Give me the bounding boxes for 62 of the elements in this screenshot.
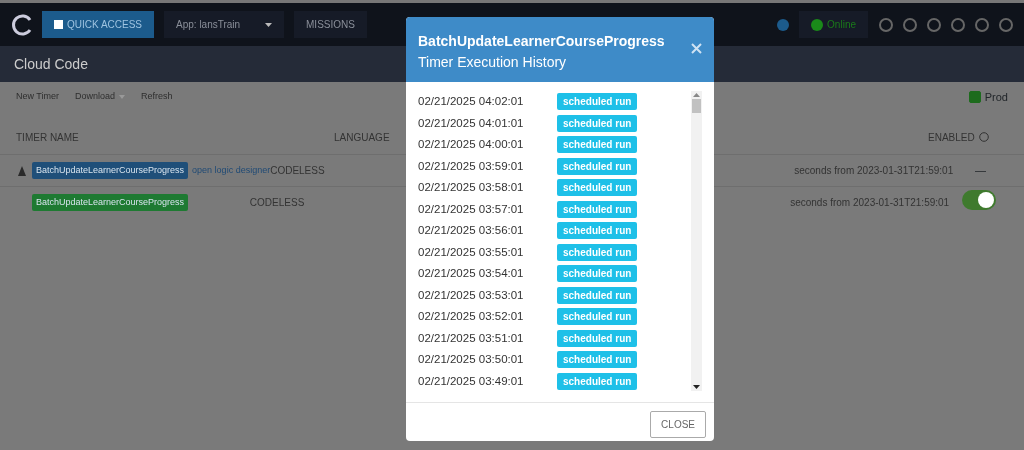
scheduled-run-tag: scheduled run xyxy=(557,372,638,390)
column-header: TIMER NAME xyxy=(16,131,79,143)
app-selector[interactable]: App: lansTrain xyxy=(164,11,285,38)
execution-time: 02/21/2025 04:01:01 xyxy=(418,115,525,131)
scheduled-run-tag: scheduled run xyxy=(557,157,638,175)
column-header: ENABLED xyxy=(928,130,975,145)
table-cell-text: seconds from 2023-01-31T21:59:01 xyxy=(790,196,950,210)
scheduled-run-tag: scheduled run xyxy=(557,265,638,283)
page-title: Cloud Code xyxy=(14,54,88,74)
table-cell: CODELESS xyxy=(270,165,325,177)
execution-time: 02/21/2025 03:54:01 xyxy=(418,266,525,282)
execution-time: 02/21/2025 04:02:01 xyxy=(418,94,525,110)
scheduled-run-tag: scheduled run xyxy=(557,329,638,347)
scheduled-run-tag: scheduled run xyxy=(557,200,638,218)
scheduled-run-tag: scheduled run xyxy=(557,136,638,154)
scrollbar[interactable] xyxy=(691,91,702,391)
status-indicator: Online xyxy=(799,11,868,38)
scroll-down-icon[interactable] xyxy=(691,383,702,391)
close-button[interactable]: CLOSE xyxy=(650,411,706,438)
execution-time: 02/21/2025 03:55:01 xyxy=(418,244,525,260)
scheduled-run-tag: scheduled run xyxy=(557,179,638,197)
download-dropdown[interactable]: Download xyxy=(75,90,126,104)
execution-time: 02/21/2025 03:56:01 xyxy=(418,223,525,239)
table-cell: — xyxy=(975,164,987,177)
execution-time: 02/21/2025 03:51:01 xyxy=(418,330,525,346)
execution-time: 02/21/2025 03:58:01 xyxy=(418,180,525,196)
scheduled-run-tag: scheduled run xyxy=(557,286,638,304)
production-checkbox[interactable] xyxy=(968,91,981,103)
help-icon xyxy=(978,132,989,142)
scheduled-run-tag: scheduled run xyxy=(557,93,638,111)
scheduled-run-tag: scheduled run xyxy=(557,308,638,326)
table-cell: CODELESS xyxy=(249,197,305,209)
toolbar-link[interactable]: New Timer xyxy=(16,90,59,104)
missions-button[interactable]: MISSIONS xyxy=(294,11,367,38)
scheduled-run-tag: scheduled run xyxy=(557,351,638,369)
execution-time: 02/21/2025 03:52:01 xyxy=(418,309,525,325)
execution-time: 02/21/2025 03:49:01 xyxy=(418,373,525,389)
timer-name-tag[interactable]: BatchUpdateLearnerCourseProgress xyxy=(32,193,189,212)
close-icon[interactable] xyxy=(691,43,702,54)
scheduled-run-tag: scheduled run xyxy=(557,114,638,132)
enabled-toggle[interactable] xyxy=(961,190,996,211)
execution-time: 02/21/2025 04:00:01 xyxy=(418,137,525,153)
scheduled-run-tag: scheduled run xyxy=(557,243,638,261)
quick-access-button[interactable]: QUICK ACCESS xyxy=(42,11,155,38)
scroll-up-icon[interactable] xyxy=(691,91,702,99)
table-cell-text: seconds from 2023-01-31T21:59:01 xyxy=(794,164,954,178)
toolbar-link[interactable]: Refresh xyxy=(141,90,173,104)
execution-time: 02/21/2025 03:50:01 xyxy=(418,352,525,368)
scrollbar-thumb[interactable] xyxy=(692,99,701,113)
modal-subtitle: Timer Execution History xyxy=(418,53,568,72)
status-dot-icon xyxy=(811,18,824,31)
execution-time: 02/21/2025 03:53:01 xyxy=(418,287,525,303)
execution-time: 02/21/2025 03:59:01 xyxy=(418,158,525,174)
column-header: LANGUAGE xyxy=(334,131,390,143)
checkbox-label: Prod xyxy=(984,89,1008,105)
info-icon xyxy=(777,18,790,31)
logo-icon xyxy=(10,13,32,36)
caret-icon xyxy=(265,22,273,27)
timer-name-tag[interactable]: BatchUpdateLearnerCourseProgress xyxy=(32,161,189,180)
scheduled-run-tag: scheduled run xyxy=(557,222,638,240)
execution-time: 02/21/2025 03:57:01 xyxy=(418,201,525,217)
modal-title: BatchUpdateLearnerCourseProgress xyxy=(418,32,665,51)
